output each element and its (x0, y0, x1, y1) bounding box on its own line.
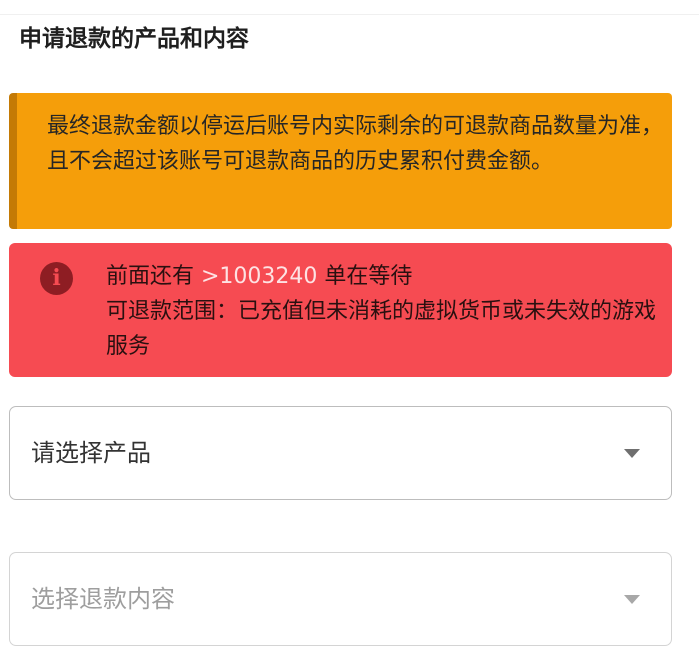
chevron-down-icon (624, 595, 640, 604)
alert-text: 前面还有 >1003240 单在等待 可退款范围：已充值但未消耗的虚拟货币或未失… (106, 259, 656, 364)
info-icon: i (40, 262, 73, 295)
notice-text: 最终退款金额以停运后账号内实际剩余的可退款商品数量为准，且不会超过该账号可退款商… (47, 114, 664, 174)
section-title: 申请退款的产品和内容 (19, 26, 249, 52)
queue-count: >1003240 (201, 264, 318, 289)
refund-content-select-placeholder: 选择退款内容 (31, 585, 175, 613)
top-divider (0, 0, 699, 15)
queue-suffix: 单在等待 (317, 264, 413, 289)
product-select[interactable]: 请选择产品 (9, 406, 672, 500)
queue-prefix: 前面还有 (106, 264, 201, 289)
product-select-placeholder: 请选择产品 (31, 439, 151, 467)
refund-content-select[interactable]: 选择退款内容 (9, 552, 672, 646)
refund-amount-notice: 最终退款金额以停运后账号内实际剩余的可退款商品数量为准，且不会超过该账号可退款商… (9, 93, 672, 229)
refund-scope-text: 可退款范围：已充值但未消耗的虚拟货币或未失效的游戏服务 (106, 299, 657, 359)
chevron-down-icon (624, 449, 640, 458)
queue-alert: i 前面还有 >1003240 单在等待 可退款范围：已充值但未消耗的虚拟货币或… (9, 243, 672, 377)
